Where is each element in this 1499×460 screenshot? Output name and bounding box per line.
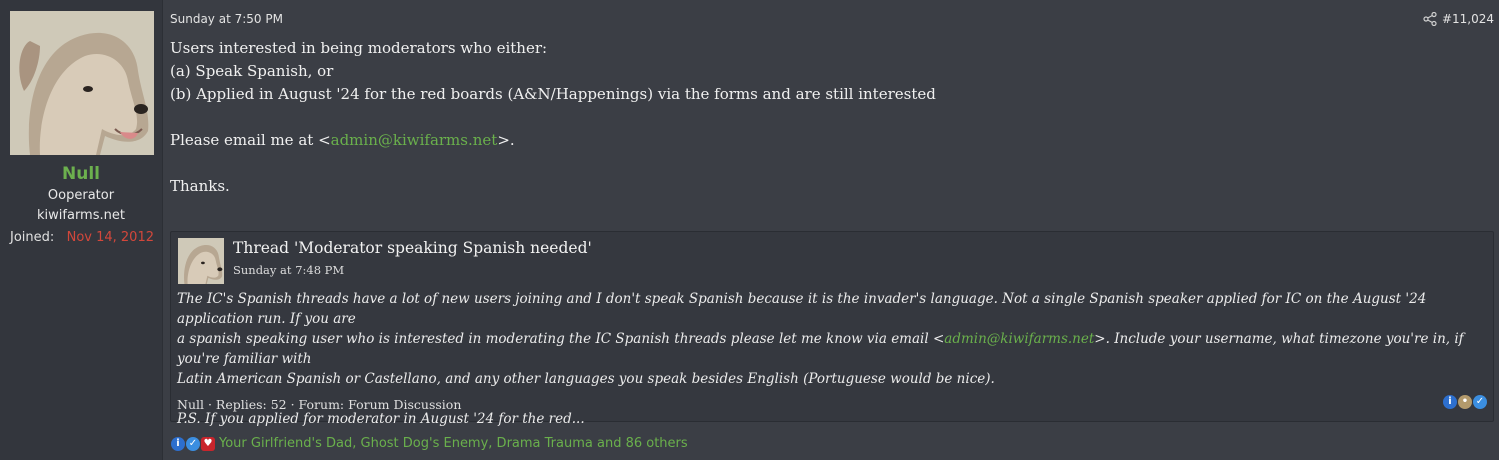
email-link[interactable]: admin@kiwifarms.net: [331, 131, 498, 149]
dog-avatar-icon[interactable]: [10, 11, 154, 155]
heart-icon: ♥: [201, 436, 215, 451]
user-site: kiwifarms.net: [37, 208, 125, 223]
thread-meta: Null · Replies: 52 · Forum: Forum Discus…: [177, 397, 462, 412]
joined-date: Nov 14, 2012: [66, 230, 154, 245]
username[interactable]: Null: [0, 164, 162, 184]
post-line-1: Users interested in being moderators who…: [170, 39, 548, 57]
post-number[interactable]: #11,024: [1442, 12, 1494, 26]
thread-reactions[interactable]: i • ✓: [1442, 395, 1487, 409]
email-link[interactable]: admin@kiwifarms.net: [944, 331, 1094, 347]
user-title: Ooperator: [47, 188, 115, 203]
thread-time: Sunday at 7:48 PM: [233, 263, 345, 277]
post-line-2: (a) Speak Spanish, or: [170, 62, 334, 80]
post-line-4: Please email me at <admin@kiwifarms.net>…: [170, 131, 515, 149]
dog-reaction-icon: •: [1458, 395, 1472, 409]
joined-label: Joined:: [10, 230, 55, 245]
post-body: Users interested in being moderators who…: [170, 37, 1470, 198]
forum-post: Null Ooperator kiwifarms.net Joined: Nov…: [0, 0, 1499, 460]
like-icon: ✓: [186, 436, 200, 451]
thread-title[interactable]: Thread 'Moderator speaking Spanish neede…: [233, 239, 592, 257]
reaction-users[interactable]: Your Girlfriend's Dad, Ghost Dog's Enemy…: [219, 436, 688, 451]
post-main: Sunday at 7:50 PM #11,024 Users interest…: [163, 0, 1499, 460]
post-timestamp[interactable]: Sunday at 7:50 PM: [170, 12, 283, 26]
like-icon: ✓: [1473, 395, 1487, 409]
reaction-bar[interactable]: i ✓ ♥ Your Girlfriend's Dad, Ghost Dog's…: [170, 436, 688, 451]
post-line-5: Thanks.: [170, 177, 230, 195]
user-sidebar: Null Ooperator kiwifarms.net Joined: Nov…: [0, 0, 163, 460]
share-icon[interactable]: [1423, 11, 1437, 27]
post-line-3: (b) Applied in August '24 for the red bo…: [170, 85, 936, 103]
thread-embed[interactable]: Thread 'Moderator speaking Spanish neede…: [170, 231, 1494, 427]
informative-icon: i: [1443, 395, 1457, 409]
informative-icon: i: [171, 436, 185, 451]
dog-avatar-icon[interactable]: [178, 238, 224, 284]
